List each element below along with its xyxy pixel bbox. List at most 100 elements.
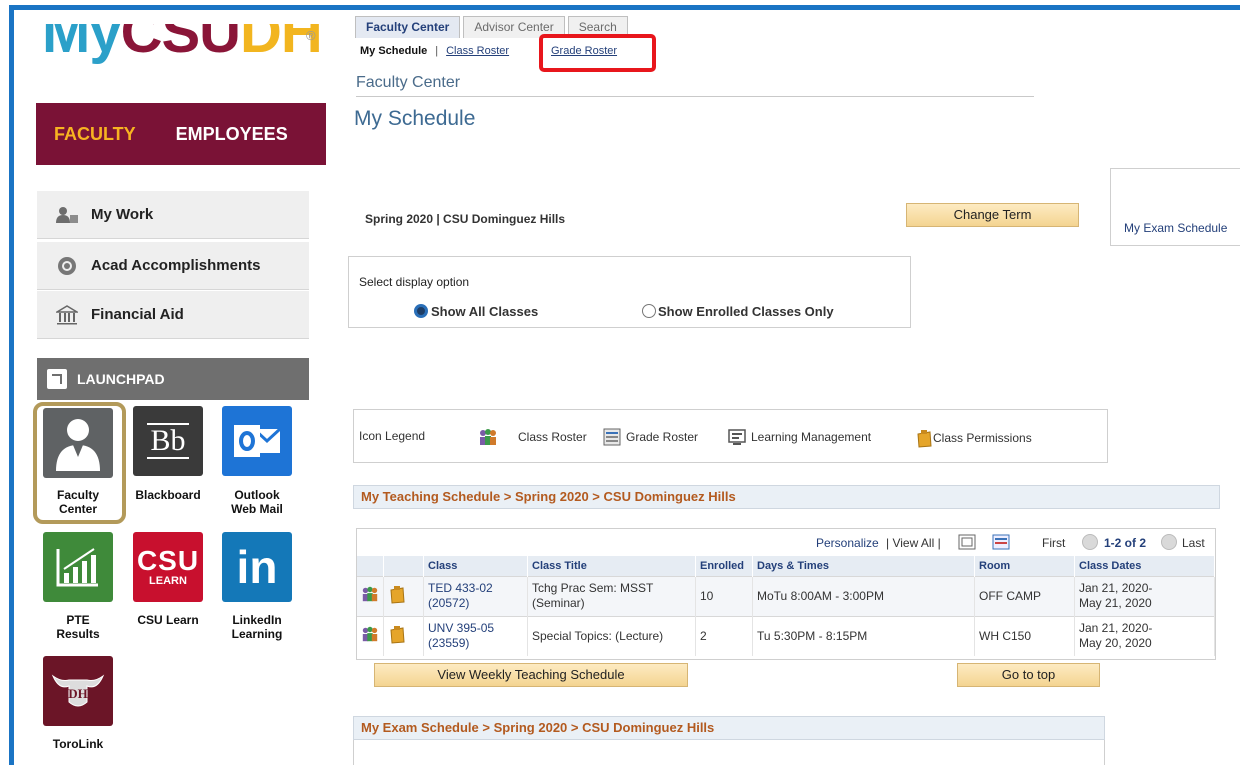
nav-label: Acad Accomplishments [91, 257, 261, 274]
class-roster-icon[interactable] [357, 575, 384, 616]
role-employees[interactable]: EMPLOYEES [176, 124, 288, 145]
role-bar: FACULTY EMPLOYEES [36, 103, 326, 165]
legend-learning-management: Learning Management [727, 428, 871, 446]
next-arrow-icon[interactable] [1161, 534, 1177, 550]
previous-arrow-icon[interactable] [1082, 534, 1098, 550]
zoom-grid-icon[interactable] [958, 534, 976, 550]
outlook-icon [234, 425, 282, 457]
term-label: Spring 2020 | CSU Dominguez Hills [365, 212, 566, 226]
person-icon [55, 205, 79, 225]
tile-blackboard[interactable]: Bb [133, 406, 203, 476]
cell-room: WH C150 [974, 615, 1075, 656]
page-title: My Schedule [354, 107, 476, 130]
sub-tabs: My Schedule | Class Roster [360, 45, 509, 57]
nav-label: My Work [91, 206, 154, 223]
tile-label-linkedin: LinkedIn Learning [231, 613, 283, 641]
go-to-top-button[interactable]: Go to top [957, 663, 1100, 687]
tile-csu-learn[interactable]: CSU LEARN [133, 532, 203, 602]
blackboard-icon: Bb [147, 423, 189, 459]
exam-schedule-header: My Exam Schedule > Spring 2020 > CSU Dom… [353, 716, 1105, 740]
cell-class-dates: Jan 21, 2020- May 20, 2020 [1074, 615, 1215, 656]
cell-room: OFF CAMP [974, 575, 1075, 616]
col-icon-1 [357, 556, 384, 576]
svg-text:DH: DH [68, 686, 88, 701]
nav-item-financial-aid[interactable]: Financial Aid [37, 291, 309, 339]
nav-item-acad-accomplishments[interactable]: Acad Accomplishments [37, 242, 309, 290]
col-class-dates: Class Dates [1074, 556, 1215, 576]
tile-label-blackboard: Blackboard [135, 488, 201, 502]
subtab-grade-roster[interactable]: Grade Roster [551, 45, 617, 57]
my-exam-schedule-link[interactable]: My Exam Schedule [1124, 221, 1227, 235]
tile-label-torolink: ToroLink [52, 737, 104, 751]
mycsudh-logo[interactable]: MyCSUDH [40, 24, 330, 76]
chart-icon [56, 548, 98, 587]
cell-enrolled: 2 [695, 615, 753, 656]
cell-days-times: MoTu 8:00AM - 3:00PM [752, 575, 975, 616]
radio-label-enrolled-only: Show Enrolled Classes Only [658, 304, 834, 319]
tile-outlook[interactable] [222, 406, 292, 476]
exam-schedule-section [353, 740, 1105, 765]
subtab-my-schedule[interactable]: My Schedule [360, 45, 427, 57]
toro-icon: DH [51, 674, 105, 707]
col-room: Room [974, 556, 1075, 576]
grid-navigation: Personalize | View All | First 1-2 of 2 … [356, 534, 1212, 554]
section-title: Faculty Center [356, 74, 461, 91]
tile-pte-results[interactable] [43, 532, 113, 602]
nav-item-my-work[interactable]: My Work [37, 191, 309, 239]
first-page-label[interactable]: First [1042, 536, 1065, 550]
view-all-link[interactable]: | View All | [886, 536, 941, 550]
subtab-class-roster[interactable]: Class Roster [446, 45, 509, 57]
learning-management-icon [728, 429, 746, 445]
col-class-title: Class Title [527, 556, 696, 576]
launchpad-icon [47, 369, 67, 389]
role-faculty[interactable]: FACULTY [54, 124, 136, 145]
tile-label-outlook: Outlook Web Mail [231, 488, 283, 516]
cell-class[interactable]: TED 433-02 (20572) [423, 575, 528, 616]
tile-label-pte-results: PTE Results [56, 613, 100, 641]
subtab-separator: | [435, 45, 439, 57]
permissions-icon [917, 430, 932, 448]
people-icon [480, 429, 496, 445]
teaching-schedule-header: My Teaching Schedule > Spring 2020 > CSU… [353, 485, 1220, 509]
table-header-row: Class Class Title Enrolled Days & Times … [357, 556, 1215, 576]
tile-faculty-center[interactable] [43, 408, 113, 478]
tab-faculty-center[interactable]: Faculty Center [355, 16, 461, 38]
col-enrolled: Enrolled [695, 556, 753, 576]
tile-label-csu-learn: CSU Learn [137, 613, 199, 627]
icon-legend-label: Icon Legend [359, 429, 426, 443]
cell-days-times: Tu 5:30PM - 8:15PM [752, 615, 975, 656]
grade-sheet-icon [603, 428, 621, 446]
launchpad-title: LAUNCHPAD [77, 371, 165, 387]
view-weekly-schedule-button[interactable]: View Weekly Teaching Schedule [374, 663, 688, 687]
cell-enrolled: 10 [695, 575, 753, 616]
faculty-person-icon [56, 419, 100, 471]
personalize-link[interactable]: Personalize [816, 536, 879, 550]
badge-icon [55, 256, 79, 276]
radio-label-show-all: Show All Classes [431, 304, 539, 319]
class-roster-icon[interactable] [357, 615, 384, 656]
logo-csu: CSU [120, 24, 241, 65]
tile-linkedin-learning[interactable]: in [222, 532, 292, 602]
teaching-schedule-table: Class Class Title Enrolled Days & Times … [357, 556, 1215, 656]
registered-mark: ® [306, 28, 316, 43]
download-grid-icon[interactable] [992, 534, 1010, 550]
logo-my: My [42, 24, 122, 65]
tile-torolink[interactable]: DH [43, 656, 113, 726]
legend-class-permissions: Class Permissions [915, 428, 1032, 448]
display-option-label: Select display option [359, 275, 470, 289]
class-permissions-icon[interactable] [383, 615, 424, 656]
radio-show-enrolled-only[interactable] [642, 304, 656, 318]
radio-show-all-classes[interactable] [414, 304, 428, 318]
col-class: Class [423, 556, 528, 576]
cell-class[interactable]: UNV 395-05 (23559) [423, 615, 528, 656]
nav-label: Financial Aid [91, 306, 184, 323]
class-permissions-icon[interactable] [383, 575, 424, 616]
table-row: UNV 395-05 (23559) Special Topics: (Lectu… [357, 615, 1215, 656]
last-page-label[interactable]: Last [1182, 536, 1205, 550]
section-divider [356, 96, 1034, 97]
change-term-button[interactable]: Change Term [906, 203, 1079, 227]
row-count: 1-2 of 2 [1104, 536, 1147, 550]
cell-class-dates: Jan 21, 2020- May 21, 2020 [1074, 575, 1215, 616]
linkedin-icon: in [236, 541, 278, 593]
tile-label-faculty-center: Faculty Center [56, 488, 99, 516]
